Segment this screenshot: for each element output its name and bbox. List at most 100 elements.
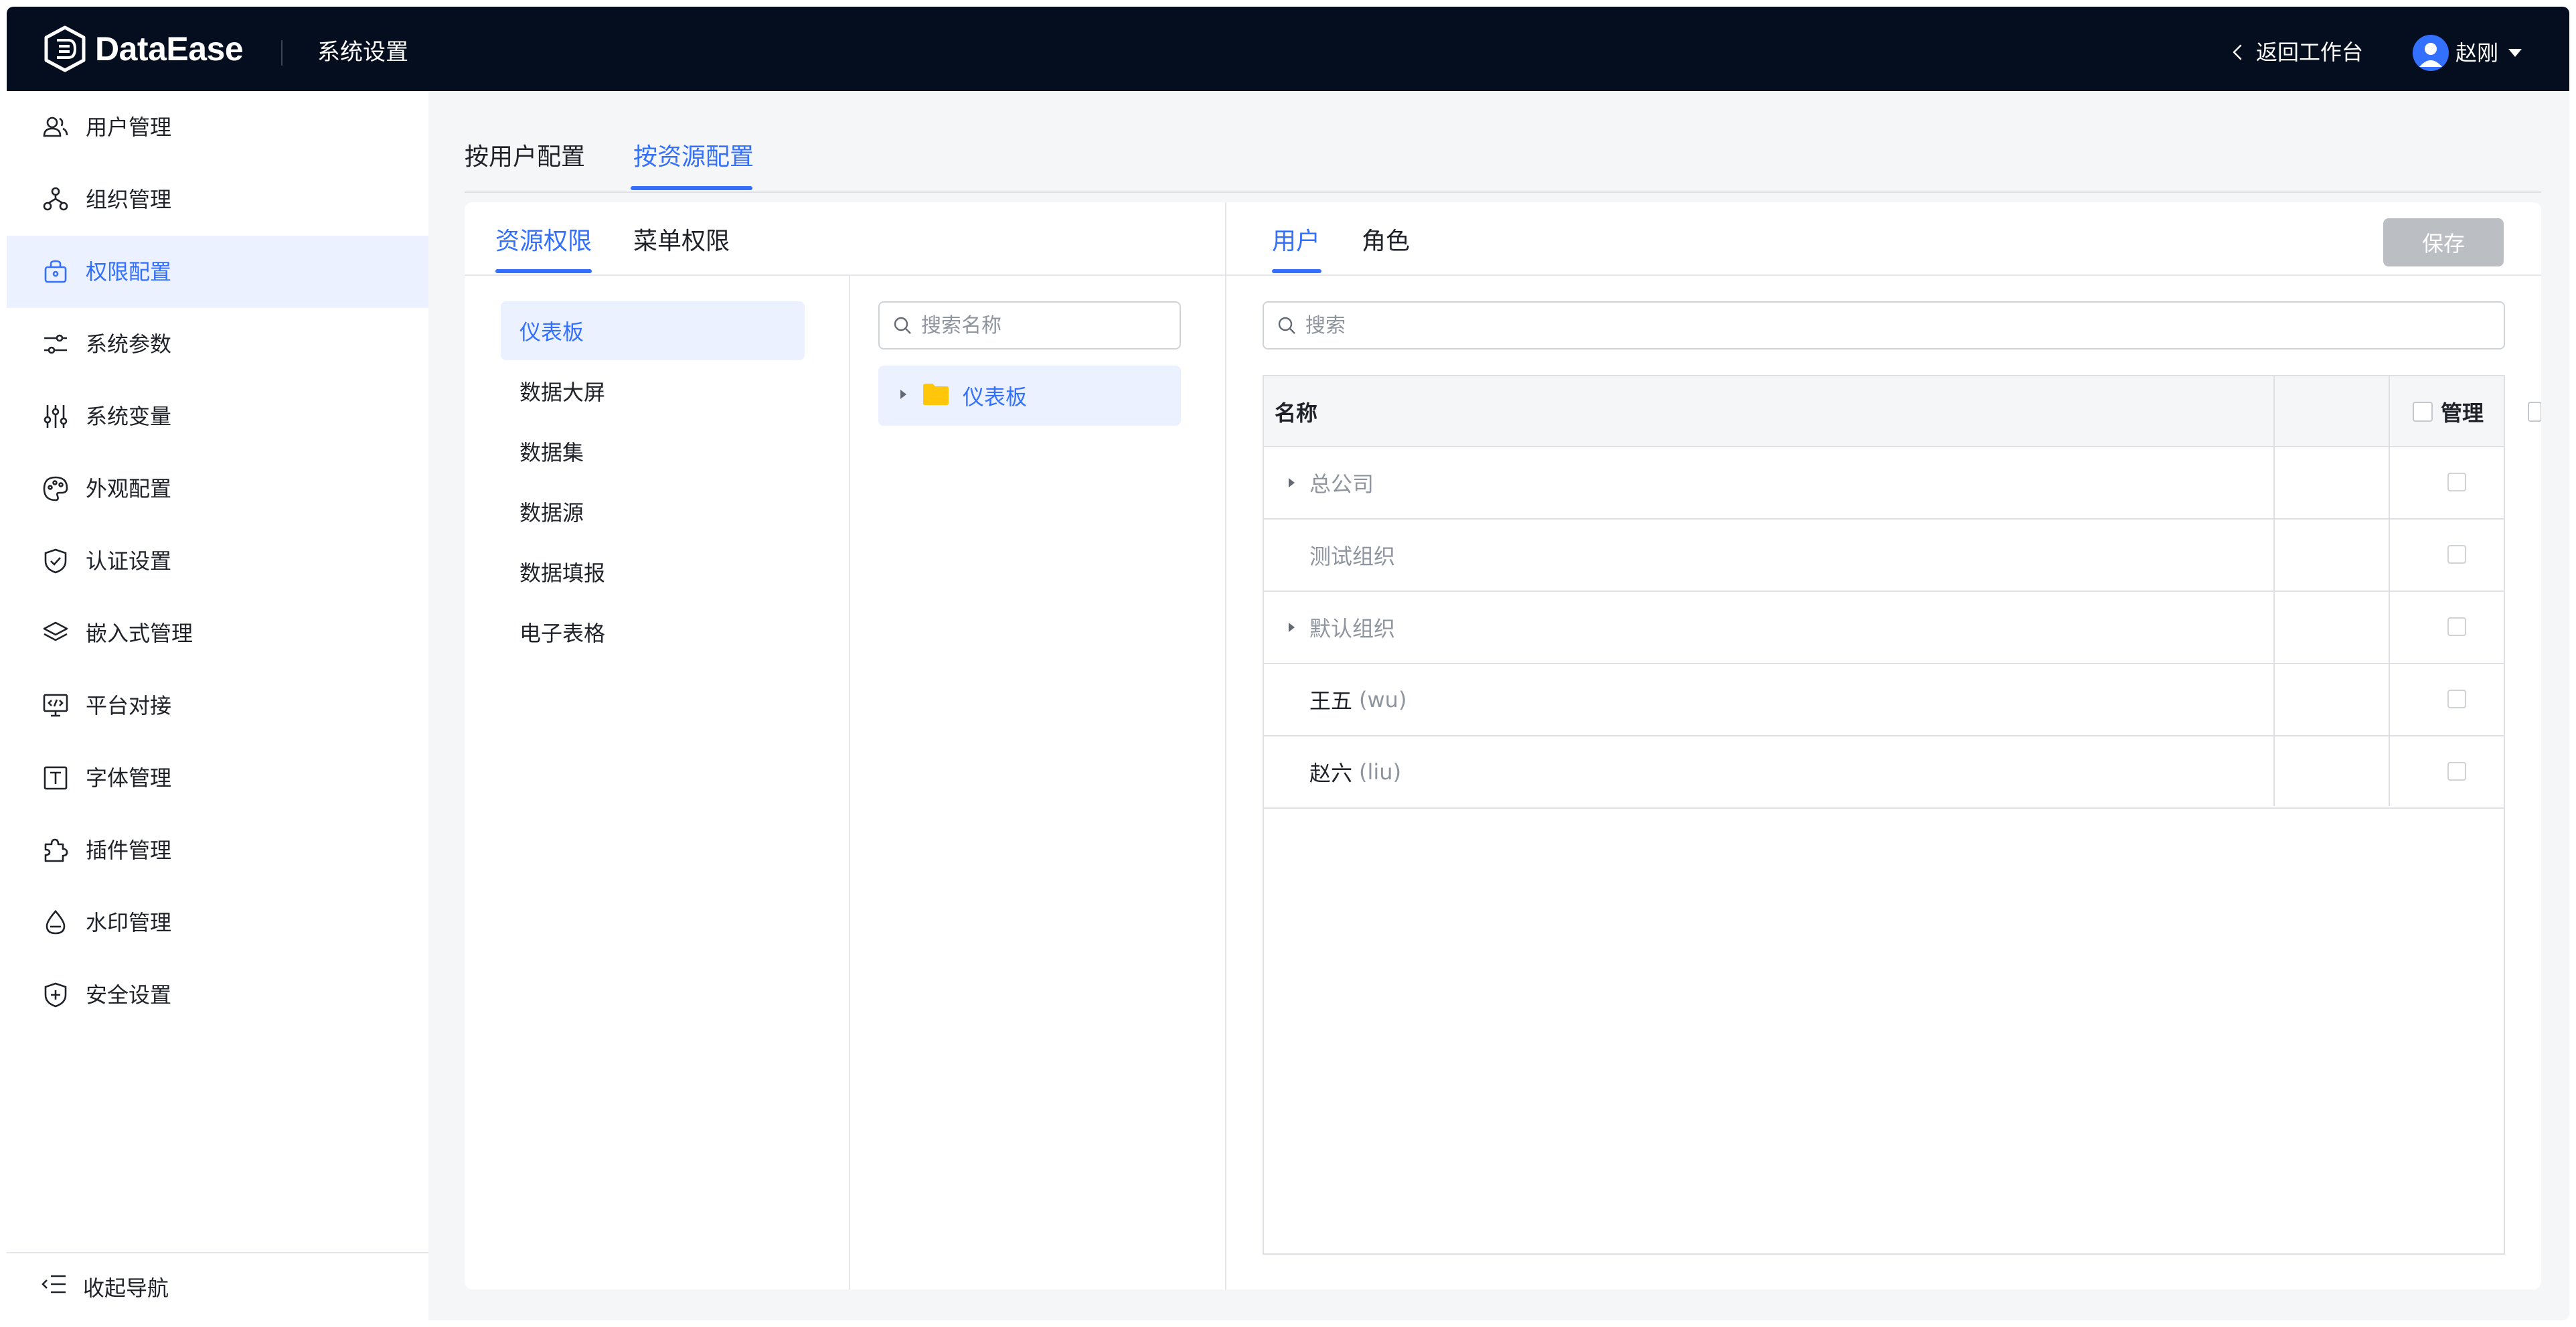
column-separator — [2389, 376, 2390, 806]
org-tree-icon — [40, 184, 71, 215]
sidebar-item-label: 组织管理 — [86, 187, 172, 212]
manage-checkbox[interactable] — [2447, 617, 2466, 636]
caret-right-icon[interactable] — [1284, 618, 1303, 637]
sidebar-item-system-variables[interactable]: 系统变量 — [7, 380, 428, 453]
table-row[interactable]: 总公司 — [1264, 447, 2504, 520]
tree-search-box[interactable] — [878, 301, 1181, 349]
save-button[interactable]: 保存 — [2383, 218, 2504, 266]
palette-icon — [40, 473, 71, 504]
manage-checkbox[interactable] — [2447, 762, 2466, 781]
sidebar-item-label: 认证设置 — [86, 548, 172, 574]
table-row[interactable]: 赵六 (liu) — [1264, 736, 2504, 809]
tab-by-resource[interactable]: 按资源配置 — [633, 142, 754, 173]
folder-icon — [921, 380, 951, 412]
sidebar-item-label: 字体管理 — [86, 765, 172, 791]
column-name-label: 名称 — [1275, 400, 1318, 426]
sidebar-item-user-management[interactable]: 用户管理 — [7, 91, 428, 163]
row-account: (wu) — [1359, 687, 1407, 712]
tab-resource-permission[interactable]: 资源权限 — [495, 226, 592, 257]
row-account: (liu) — [1359, 759, 1402, 785]
table-header: 名称 管理 授权 — [1264, 376, 2541, 447]
sidebar-item-permission-config[interactable]: 权限配置 — [7, 236, 428, 308]
user-name: 赵刚 — [2456, 40, 2499, 66]
tree-node-dashboard-root[interactable]: 仪表板 — [878, 366, 1181, 426]
manage-checkbox[interactable] — [2447, 690, 2466, 708]
sidebar-item-label: 用户管理 — [86, 114, 172, 140]
sidebar: 用户管理 组织管理 权限配置 系统参数 系统变量 外观配置 认证设置 嵌入式管理… — [7, 91, 428, 1320]
permission-table: 名称 管理 授权 总公司 — [1263, 375, 2541, 1255]
lock-bag-icon — [40, 256, 71, 287]
select-all-manage-checkbox[interactable] — [2413, 402, 2433, 422]
sidebar-item-auth-settings[interactable]: 认证设置 — [7, 525, 428, 597]
sidebar-item-label: 外观配置 — [86, 476, 172, 501]
row-name-cell: 赵六 (liu) — [1284, 736, 1401, 807]
sidebar-item-system-params[interactable]: 系统参数 — [7, 308, 428, 380]
resource-type-datasource[interactable]: 数据源 — [501, 482, 805, 541]
sidebar-item-label: 平台对接 — [86, 693, 172, 718]
table-row[interactable]: 测试组织 — [1264, 520, 2504, 592]
row-name: 默认组织 — [1309, 616, 1396, 641]
resource-type-dashboard[interactable]: 仪表板 — [501, 301, 805, 360]
table-row[interactable]: 王五 (wu) — [1264, 664, 2504, 736]
manage-checkbox[interactable] — [2447, 545, 2466, 564]
caret-right-icon[interactable] — [896, 387, 910, 404]
app-window: DataEase 系统设置 返回工作台 赵刚 用户管理 组织管理 权限配置 系统… — [7, 7, 2569, 1320]
sidebar-item-appearance[interactable]: 外观配置 — [7, 453, 428, 525]
resource-type-data-fill[interactable]: 数据填报 — [501, 542, 805, 601]
user-search-box[interactable] — [1263, 301, 2505, 349]
resource-type-spreadsheet[interactable]: 电子表格 — [501, 603, 805, 661]
puzzle-icon — [40, 835, 71, 866]
tab-by-user[interactable]: 按用户配置 — [465, 142, 585, 173]
sidebar-item-font-management[interactable]: 字体管理 — [7, 742, 428, 814]
sidebar-item-label: 权限配置 — [86, 259, 172, 285]
select-all-authorize-checkbox[interactable] — [2528, 402, 2541, 422]
caret-right-icon[interactable] — [1284, 473, 1303, 492]
logo[interactable]: DataEase — [43, 25, 244, 72]
search-icon — [894, 317, 911, 334]
column-divider — [849, 275, 850, 1290]
user-search-input[interactable] — [1305, 313, 2288, 337]
vertical-sliders-icon — [40, 401, 71, 432]
caret-down-icon — [2508, 49, 2522, 57]
row-name: 测试组织 — [1309, 544, 1396, 569]
sidebar-item-label: 安全设置 — [86, 982, 172, 1008]
row-name-cell: 默认组织 — [1284, 592, 1395, 663]
shield-check-icon — [40, 546, 71, 576]
table-row[interactable]: 默认组织 — [1264, 592, 2504, 664]
search-icon — [1278, 317, 1295, 334]
sidebar-item-security[interactable]: 安全设置 — [7, 959, 428, 1031]
tree-search-input[interactable] — [921, 313, 1151, 337]
section-title: 系统设置 — [317, 39, 408, 66]
row-name: 王五 — [1309, 688, 1353, 714]
droplet-icon — [40, 907, 71, 938]
sidebar-item-platform[interactable]: 平台对接 — [7, 670, 428, 742]
sliders-icon — [40, 329, 71, 360]
resource-type-data-screen[interactable]: 数据大屏 — [501, 362, 805, 420]
permission-card: 资源权限 菜单权限 用户 角色 保存 仪表板 数据大屏 数据集 数据源 数据填报… — [465, 202, 2541, 1290]
font-icon — [40, 763, 71, 793]
user-avatar-icon — [2419, 43, 2442, 67]
chevron-left-icon — [2233, 44, 2242, 60]
collapse-nav-button[interactable]: 收起导航 — [7, 1252, 428, 1320]
back-label: 返回工作台 — [2256, 40, 2364, 65]
tab-menu-permission[interactable]: 菜单权限 — [633, 226, 730, 257]
user-menu[interactable]: 赵刚 — [2413, 35, 2524, 71]
sidebar-item-embedded[interactable]: 嵌入式管理 — [7, 597, 428, 670]
sidebar-item-plugin-management[interactable]: 插件管理 — [7, 814, 428, 886]
resource-type-dataset[interactable]: 数据集 — [501, 422, 805, 481]
tree-node-label: 仪表板 — [963, 384, 1028, 410]
column-name-header: 名称 — [1275, 376, 1317, 447]
monitor-code-icon — [40, 690, 71, 721]
shield-plus-icon — [40, 980, 71, 1010]
avatar — [2413, 35, 2449, 71]
active-subtab-indicator — [1272, 269, 1321, 273]
active-tab-indicator — [631, 186, 752, 190]
users-icon — [40, 112, 71, 143]
sidebar-item-org-management[interactable]: 组织管理 — [7, 163, 428, 236]
manage-checkbox[interactable] — [2447, 473, 2466, 491]
tab-roles[interactable]: 角色 — [1362, 226, 1410, 257]
tab-users[interactable]: 用户 — [1272, 226, 1320, 257]
sidebar-item-watermark[interactable]: 水印管理 — [7, 886, 428, 959]
back-to-workbench-link[interactable]: 返回工作台 — [2228, 39, 2363, 66]
layers-icon — [40, 618, 71, 649]
